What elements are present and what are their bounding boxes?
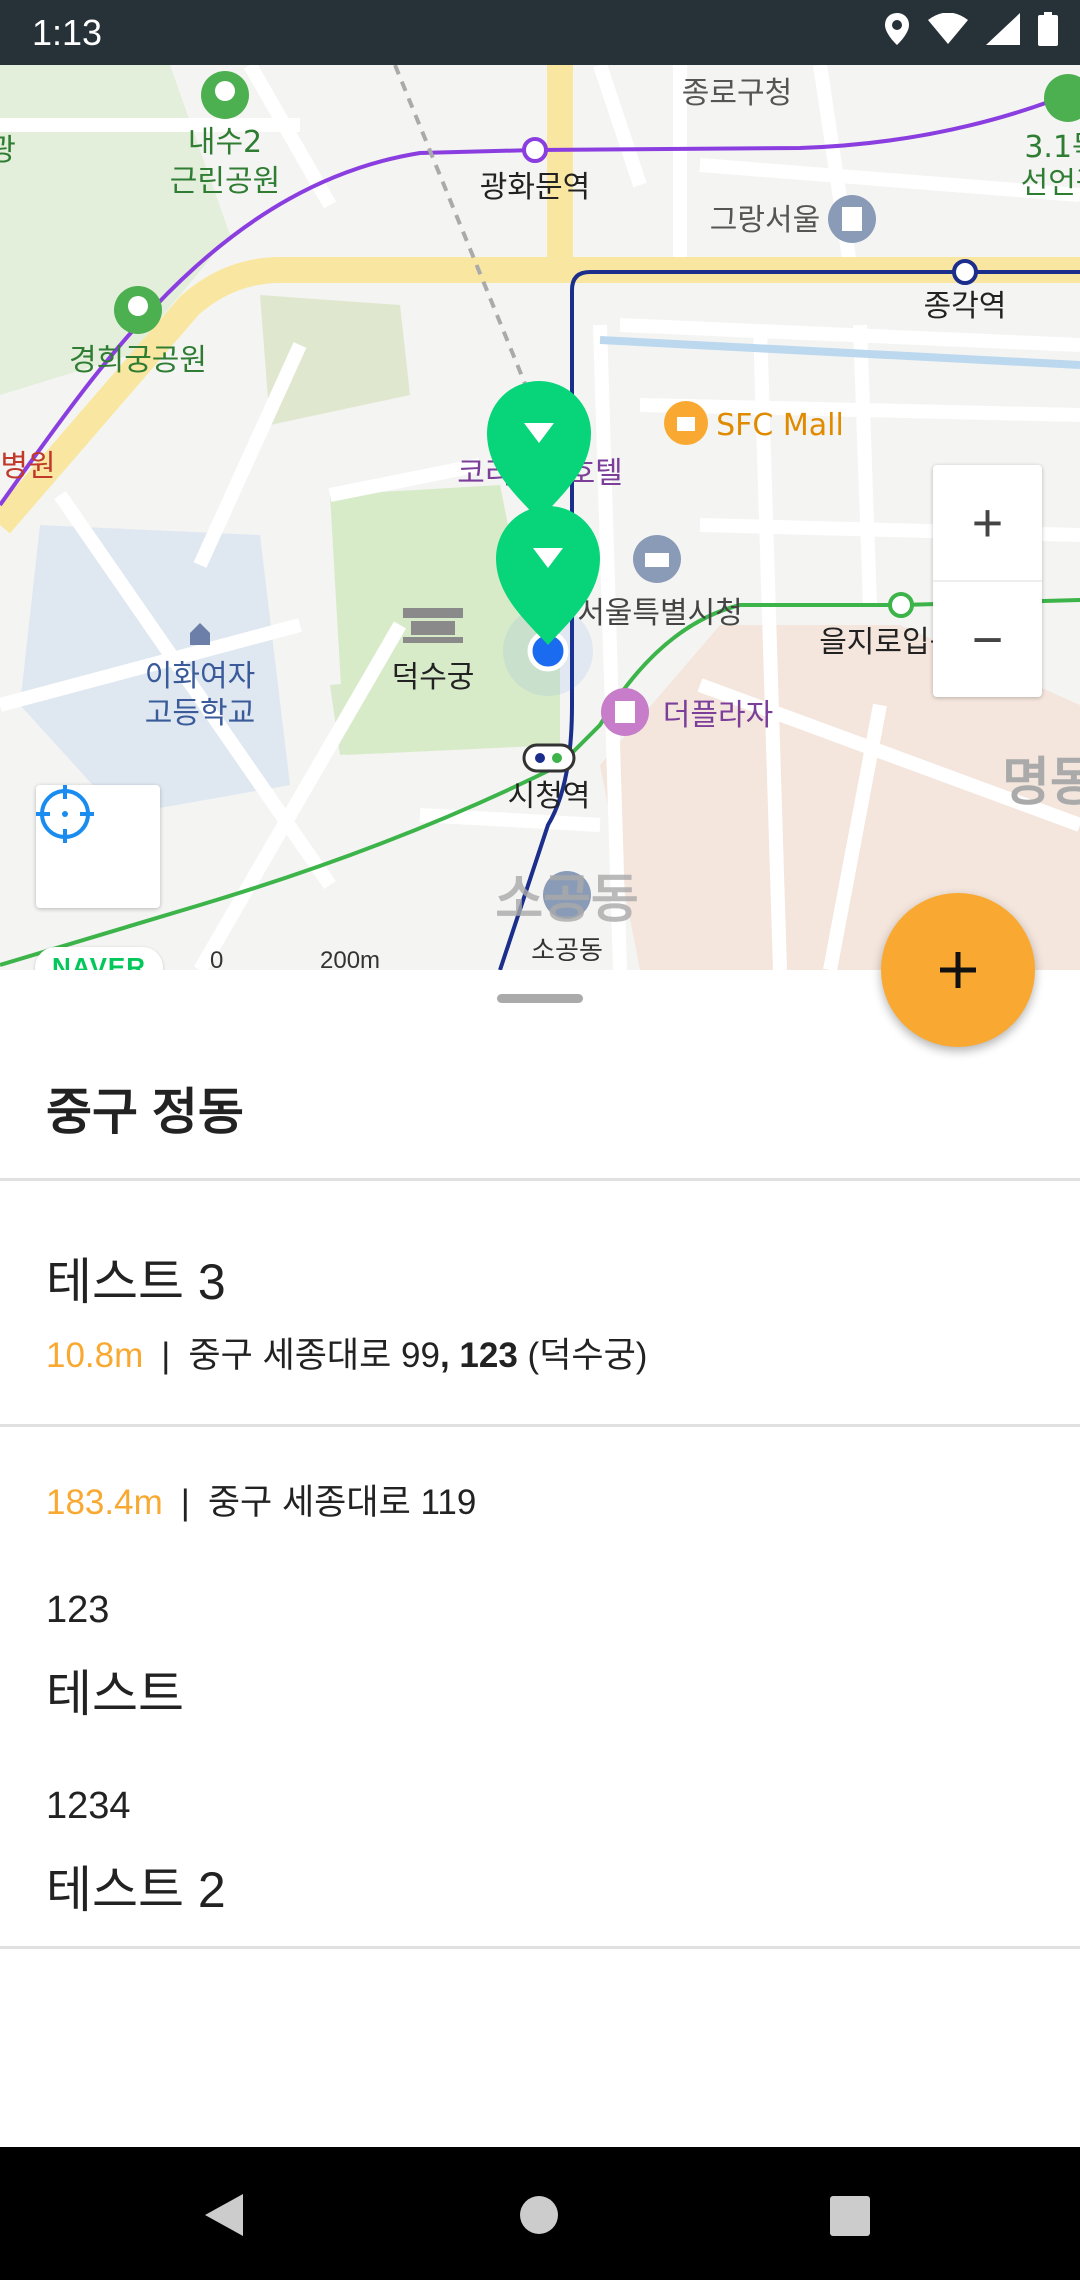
address: 중구 세종대로 99 xyxy=(188,1336,440,1375)
map-label: SFC Mall xyxy=(716,408,844,443)
zoom-out-button[interactable]: − xyxy=(933,582,1042,697)
map-label: 더플라자 xyxy=(663,698,773,733)
entry-code: 1234 xyxy=(46,1785,131,1827)
divider xyxy=(0,1424,1080,1427)
battery-icon xyxy=(1038,12,1058,46)
government-icon xyxy=(633,535,681,583)
station-gwanghwamun[interactable] xyxy=(522,137,548,163)
station-jonggak[interactable] xyxy=(952,259,978,285)
map-label: 병원 xyxy=(0,449,55,484)
map-label: 내수2 xyxy=(188,125,262,160)
palace-icon xyxy=(403,608,463,643)
scale-end: 200m xyxy=(320,947,381,970)
location-icon xyxy=(885,13,909,45)
distance: 183.4m xyxy=(46,1483,163,1522)
place-title: 테스트 3 xyxy=(46,1254,226,1310)
park-icon xyxy=(114,286,162,334)
map-label: 그랑서울 xyxy=(710,203,820,238)
back-icon[interactable] xyxy=(205,2194,245,2236)
address-detail: , 123 xyxy=(439,1336,518,1375)
station-euljiro[interactable] xyxy=(888,592,914,618)
my-location-button[interactable] xyxy=(36,785,160,908)
status-time: 1:13 xyxy=(32,12,103,53)
wifi-icon xyxy=(928,13,968,44)
separator: | xyxy=(161,1336,171,1375)
sheet-title: 중구 정동 xyxy=(46,1084,244,1140)
map-label: 근린공원 xyxy=(170,164,280,199)
map-label: 광화문역 xyxy=(480,170,590,205)
zoom-controls: + − xyxy=(933,465,1042,697)
bottom-sheet-drag-handle[interactable] xyxy=(497,994,583,1003)
navigation-bar xyxy=(0,2147,1080,2280)
park-area xyxy=(260,295,410,425)
shopping-icon xyxy=(664,401,708,445)
map-label: 광 xyxy=(0,133,16,168)
entry-name[interactable]: 테스트 2 xyxy=(46,1850,226,1922)
map-label: 종로구청 xyxy=(682,76,792,111)
status-bar: 1:13 xyxy=(0,0,1080,65)
map-label: 이화여자 xyxy=(145,659,255,694)
map-label: 소공동 xyxy=(531,936,603,966)
address: 중구 세종대로 119 xyxy=(207,1483,477,1522)
home-icon[interactable] xyxy=(519,2195,559,2235)
add-place-button[interactable] xyxy=(881,893,1035,1047)
crosshair-icon xyxy=(36,785,94,843)
divider xyxy=(0,1178,1080,1181)
map-label: 종각역 xyxy=(924,289,1007,324)
map-scale-bar: 0 200m xyxy=(210,947,390,970)
divider xyxy=(0,1946,1080,1949)
recents-icon[interactable] xyxy=(830,2196,870,2236)
map-label: 시청역 xyxy=(508,779,591,814)
map-label: 경희궁공원 xyxy=(69,343,207,378)
map-label: 서울특별시청 xyxy=(577,596,743,631)
hotel-icon xyxy=(601,688,649,736)
naver-logo[interactable]: NAVER xyxy=(35,947,163,970)
map-label: 3.1독 xyxy=(1024,130,1080,165)
map-label: 고등학교 xyxy=(145,696,255,731)
plus-icon xyxy=(940,952,976,988)
building-icon xyxy=(828,195,876,243)
zoom-in-button[interactable]: + xyxy=(933,465,1042,582)
park-icon xyxy=(1044,74,1080,122)
separator: | xyxy=(180,1483,190,1522)
scale-start: 0 xyxy=(210,947,224,970)
station-city-hall-icon[interactable] xyxy=(522,743,576,773)
distance: 10.8m xyxy=(46,1336,144,1375)
map-label: 덕수궁 xyxy=(392,660,475,695)
park-icon xyxy=(201,71,249,119)
signal-icon xyxy=(986,13,1020,45)
map-view[interactable]: 광 내수2 근린공원 광화문역 종로구청 그랑서울 종각역 3.1독 선언광 경… xyxy=(0,65,1080,970)
entry-code: 123 xyxy=(46,1589,110,1631)
entry-name[interactable]: 테스트 xyxy=(46,1654,184,1726)
address-suffix: (덕수궁) xyxy=(517,1336,648,1375)
map-label: 명동 xyxy=(1002,753,1080,813)
map-label: 선언광 xyxy=(1021,166,1080,201)
map-label: 소공동 xyxy=(495,870,639,930)
place-subtitle: 10.8m | 중구 세종대로 99, 123 (덕수궁) xyxy=(46,1327,647,1378)
place-subtitle: 183.4m | 중구 세종대로 119 xyxy=(46,1474,476,1525)
